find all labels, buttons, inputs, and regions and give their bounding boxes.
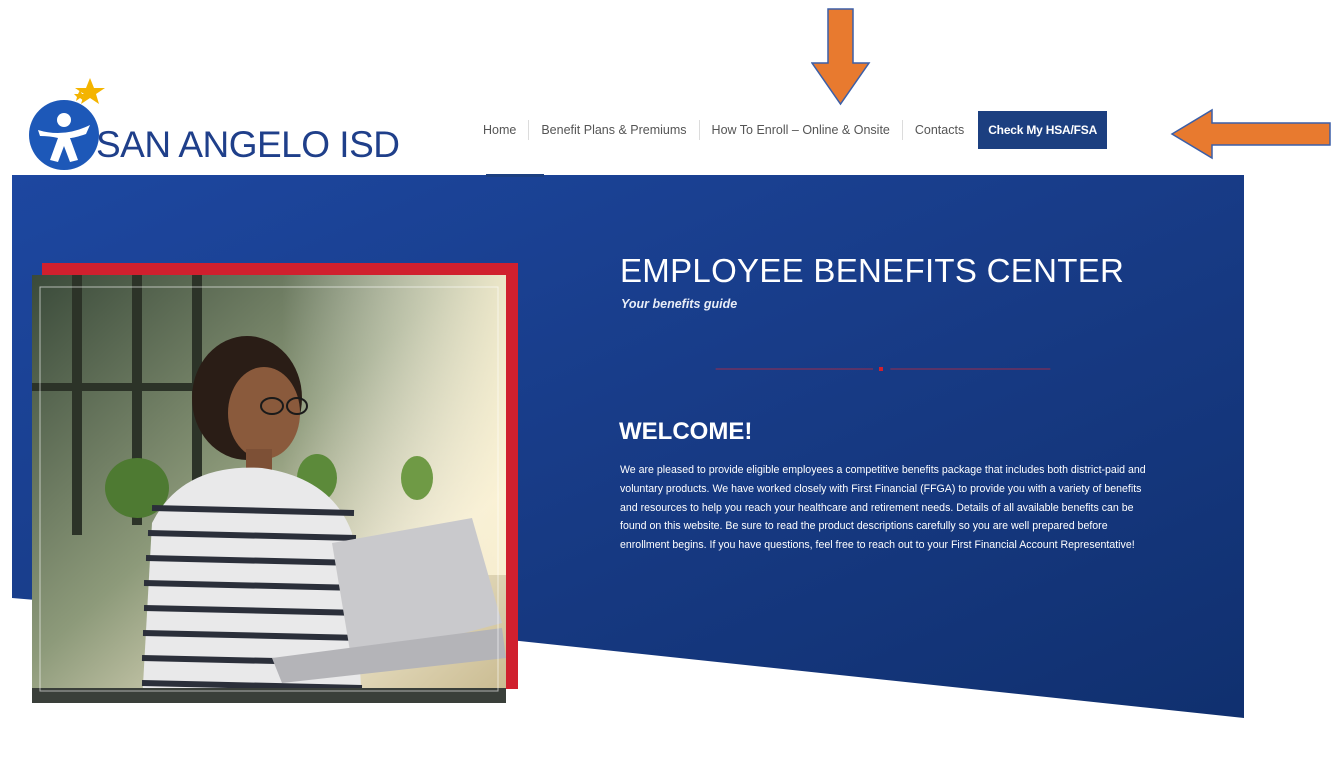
nav-item-how-to-enroll[interactable]: How To Enroll – Online & Onsite	[700, 120, 903, 140]
section-divider	[715, 367, 1051, 371]
page-subtitle: Your benefits guide	[621, 297, 738, 311]
nav-item-benefit-plans[interactable]: Benefit Plans & Premiums	[529, 120, 700, 140]
check-hsa-fsa-button[interactable]: Check My HSA/FSA	[978, 111, 1108, 149]
hero-photo	[32, 263, 518, 703]
woman-at-laptop-image	[32, 263, 518, 703]
nav-item-contacts[interactable]: Contacts	[903, 120, 976, 140]
page-title: EMPLOYEE BENEFITS CENTER	[620, 252, 1125, 289]
logo-text[interactable]: SAN ANGELO ISD	[96, 124, 400, 166]
main-nav: Home Benefit Plans & Premiums How To Enr…	[483, 110, 1108, 150]
active-nav-indicator	[486, 174, 544, 177]
arrow-down-icon	[811, 8, 871, 106]
welcome-heading: WELCOME!	[619, 418, 753, 445]
nav-item-home[interactable]: Home	[483, 120, 530, 140]
arrow-left-icon	[1170, 108, 1331, 160]
welcome-body-text: We are pleased to provide eligible emplo…	[620, 464, 1146, 552]
